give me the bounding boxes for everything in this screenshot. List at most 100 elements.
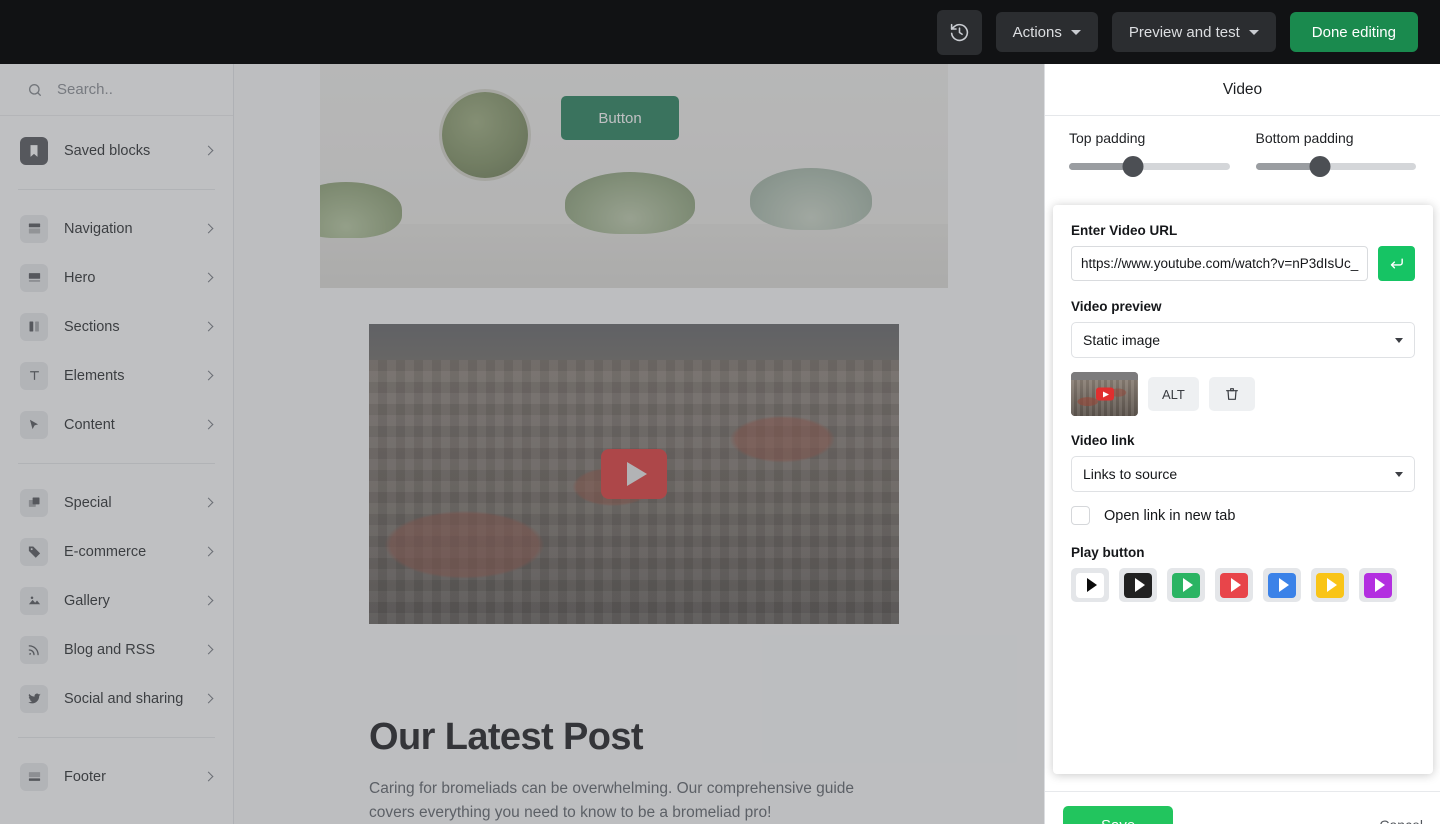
slider-knob[interactable]	[1122, 156, 1144, 177]
swatch	[1220, 572, 1248, 598]
top-padding-label: Top padding	[1069, 130, 1146, 146]
video-url-input[interactable]: https://www.youtube.com/watch?v=nP3dIsUc…	[1071, 246, 1368, 281]
post-body: Caring for bromeliads can be overwhelmin…	[369, 780, 855, 822]
play-style-yellow[interactable]	[1311, 568, 1349, 602]
swatch	[1172, 572, 1200, 598]
play-style-red[interactable]	[1215, 568, 1253, 602]
sidebar-item-label: Content	[64, 416, 115, 433]
cursor-arrow-icon	[20, 410, 48, 439]
history-button[interactable]	[936, 9, 982, 55]
video-url-row: https://www.youtube.com/watch?v=nP3dIsUc…	[1071, 246, 1415, 281]
play-button-label: Play button	[1071, 545, 1145, 560]
play-style-white[interactable]	[1071, 568, 1109, 602]
layers-icon	[20, 488, 48, 517]
sidebar-item-special[interactable]: Special	[0, 478, 233, 527]
sidebar-item-label: Elements	[64, 367, 125, 384]
delete-thumbnail-button[interactable]	[1208, 377, 1255, 411]
sidebar-group-blocks: Navigation Hero Sections Elements Conten…	[0, 194, 233, 459]
video-link-select[interactable]: Links to source	[1071, 456, 1415, 492]
bottom-padding-control: Bottom padding	[1255, 130, 1416, 177]
sidebar-item-elements[interactable]: Elements	[0, 351, 233, 400]
divider	[18, 189, 215, 190]
video-settings-card: Enter Video URL https://www.youtube.com/…	[1053, 205, 1433, 774]
enter-arrow-icon	[1390, 258, 1403, 269]
slider-knob[interactable]	[1309, 156, 1331, 177]
search-input[interactable]: Search..	[57, 81, 113, 98]
twitter-bird-icon	[20, 684, 48, 713]
rss-icon	[20, 635, 48, 664]
panel-title: Video	[1045, 64, 1440, 116]
open-new-tab-checkbox[interactable]	[1071, 506, 1090, 525]
blocks-sidebar: Search.. Saved blocks Navigation Hero Se…	[0, 64, 234, 824]
succulent-right-image	[750, 168, 872, 230]
divider	[18, 463, 215, 464]
sidebar-item-ecommerce[interactable]: E-commerce	[0, 527, 233, 576]
chevron-right-icon	[203, 370, 214, 381]
columns-icon	[20, 312, 48, 341]
sidebar-item-label: Social and sharing	[64, 690, 184, 707]
trash-icon	[1225, 388, 1238, 400]
chevron-down-icon	[1248, 29, 1259, 35]
footer-block-icon	[20, 762, 48, 791]
chevron-right-icon	[203, 595, 214, 606]
swatch	[1268, 572, 1296, 598]
cancel-button[interactable]: Cancel	[1379, 817, 1423, 824]
search-row[interactable]: Search..	[0, 64, 233, 116]
succulent-center-image	[565, 172, 695, 234]
open-new-tab-row: Open link in new tab	[1071, 506, 1415, 525]
video-link-label: Video link	[1071, 433, 1135, 448]
sidebar-item-gallery[interactable]: Gallery	[0, 576, 233, 625]
actions-button[interactable]: Actions	[995, 12, 1098, 52]
play-triangle	[626, 462, 647, 486]
page-content: Button Our Latest Post Caring for bromel…	[320, 64, 948, 824]
padding-controls: Top padding Bottom padding	[1045, 116, 1440, 190]
chevron-down-icon	[1395, 338, 1403, 343]
sidebar-group-extras: Special E-commerce Gallery Blog and RSS …	[0, 468, 233, 733]
play-style-green[interactable]	[1167, 568, 1205, 602]
sidebar-item-navigation[interactable]: Navigation	[0, 204, 233, 253]
play-style-black[interactable]	[1119, 568, 1157, 602]
sidebar-item-footer[interactable]: Footer	[0, 752, 233, 801]
sidebar-item-saved-blocks[interactable]: Saved blocks	[0, 126, 233, 175]
sidebar-item-blog-rss[interactable]: Blog and RSS	[0, 625, 233, 674]
top-padding-slider[interactable]	[1069, 156, 1230, 177]
chevron-down-icon	[1395, 472, 1403, 477]
hero-cta-button[interactable]: Button	[561, 96, 679, 140]
video-preview-label: Video preview	[1071, 299, 1162, 314]
sidebar-item-label: Hero	[64, 269, 96, 286]
chevron-down-icon	[1070, 29, 1081, 35]
sidebar-item-label: Sections	[64, 318, 120, 335]
video-thumbnail[interactable]	[1071, 372, 1138, 416]
bottom-padding-slider[interactable]	[1255, 156, 1416, 177]
actions-label: Actions	[1012, 23, 1062, 41]
history-icon	[950, 23, 968, 41]
sidebar-item-label: Special	[64, 494, 112, 511]
video-preview-select[interactable]: Static image	[1071, 322, 1415, 358]
alt-text-button[interactable]: ALT	[1148, 377, 1199, 411]
save-button[interactable]: Save	[1063, 806, 1174, 824]
page-canvas: Button Our Latest Post Caring for bromel…	[234, 64, 1044, 824]
play-button-icon[interactable]	[601, 449, 667, 499]
chevron-right-icon	[203, 693, 214, 704]
text-t-icon	[20, 361, 48, 390]
sidebar-item-social-sharing[interactable]: Social and sharing	[0, 674, 233, 723]
play-style-purple[interactable]	[1359, 568, 1397, 602]
video-block-preview[interactable]	[369, 324, 899, 624]
play-style-blue[interactable]	[1263, 568, 1301, 602]
sidebar-item-label: E-commerce	[64, 543, 147, 560]
sidebar-item-sections[interactable]: Sections	[0, 302, 233, 351]
top-padding-control: Top padding	[1069, 130, 1230, 177]
sidebar-item-hero[interactable]: Hero	[0, 253, 233, 302]
hero-block[interactable]: Button	[320, 64, 948, 288]
preview-and-test-button[interactable]: Preview and test	[1111, 12, 1276, 52]
sidebar-item-label: Blog and RSS	[64, 641, 156, 658]
sidebar-item-content[interactable]: Content	[0, 400, 233, 449]
tag-icon	[20, 537, 48, 566]
swatch	[1364, 572, 1392, 598]
open-new-tab-label: Open link in new tab	[1104, 507, 1236, 524]
video-url-submit-button[interactable]	[1378, 246, 1415, 281]
latest-post-block: Our Latest Post Caring for bromeliads ca…	[320, 624, 948, 824]
divider	[18, 737, 215, 738]
done-editing-label: Done editing	[1311, 23, 1396, 41]
done-editing-button[interactable]: Done editing	[1289, 12, 1418, 52]
